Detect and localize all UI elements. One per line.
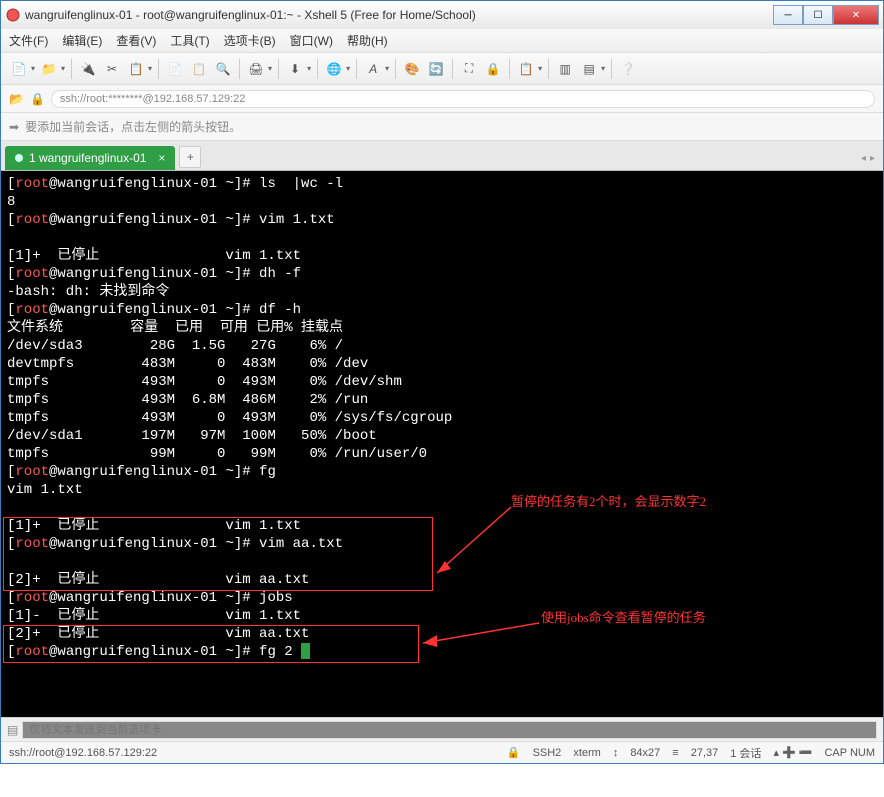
titlebar: wangruifenglinux-01 - root@wangruifengli… [1, 1, 883, 29]
status-address: ssh://root@192.168.57.129:22 [9, 747, 157, 759]
compose-input[interactable] [22, 721, 877, 739]
compose-bar: ▤ [1, 717, 883, 741]
status-sessions: 1 会话 [730, 745, 761, 761]
minimize-button[interactable]: ─ [773, 5, 803, 25]
annotation-box-2 [3, 625, 419, 663]
find-icon[interactable]: 🔍 [213, 59, 233, 79]
tab-close-icon[interactable]: × [158, 151, 165, 165]
color-icon[interactable]: 🎨 [402, 59, 422, 79]
status-pos-icon: ≡ [672, 747, 678, 759]
session-icon[interactable]: 📂 [9, 92, 24, 106]
status-ssh-icon: 🔒 [507, 746, 521, 759]
clipboard-icon[interactable]: 📋 [516, 59, 536, 79]
toolbar: 📄▾ 📁▾ 🔌 ✂ 📋▾ 📄 📋 🔍 🖨▾ ⬇▾ 🌐▾ A▾ 🎨 🔄 ⛶ 🔒 📋… [1, 53, 883, 85]
tile-v-icon[interactable]: ▤ [579, 59, 599, 79]
lock-icon[interactable]: 🔒 [483, 59, 503, 79]
compose-icon[interactable]: ▤ [7, 723, 18, 737]
tab-session-1[interactable]: 1 wangruifenglinux-01 × [5, 146, 175, 170]
close-button[interactable]: ✕ [833, 5, 879, 25]
status-ssh: SSH2 [533, 747, 562, 759]
maximize-button[interactable]: ☐ [803, 5, 833, 25]
tab-next-icon[interactable]: ▸ [870, 153, 875, 164]
paste-icon[interactable]: 📋 [189, 59, 209, 79]
tab-prev-icon[interactable]: ◂ [861, 153, 866, 164]
new-icon[interactable]: 📄 [9, 59, 29, 79]
annotation-text-2: 使用jobs命令查看暂停的任务 [541, 609, 706, 627]
annotation-arrow-1 [1, 171, 883, 717]
terminal[interactable]: [root@wangruifenglinux-01 ~]# ls |wc -l … [1, 171, 883, 717]
help-icon[interactable]: ❔ [618, 59, 638, 79]
tab-add-button[interactable]: + [179, 146, 201, 168]
open-icon[interactable]: 📁 [39, 59, 59, 79]
annotation-text-1: 暂停的任务有2个时，会显示数字2 [511, 493, 706, 511]
status-pos: 27,37 [691, 747, 719, 759]
tab-label: 1 wangruifenglinux-01 [29, 151, 146, 165]
hint-text: 要添加当前会话，点击左侧的箭头按钮。 [25, 118, 241, 135]
menubar: 文件(F) 编辑(E) 查看(V) 工具(T) 选项卡(B) 窗口(W) 帮助(… [1, 29, 883, 53]
menu-help[interactable]: 帮助(H) [347, 32, 388, 49]
statusbar: ssh://root@192.168.57.129:22 🔒 SSH2 xter… [1, 741, 883, 763]
copy-icon[interactable]: 📄 [165, 59, 185, 79]
status-size-icon: ↕ [613, 747, 619, 759]
reconnect-icon[interactable]: 🔌 [78, 59, 98, 79]
fullscreen-icon[interactable]: ⛶ [459, 59, 479, 79]
window-title: wangruifenglinux-01 - root@wangruifengli… [25, 8, 773, 22]
disconnect-icon[interactable]: ✂ [102, 59, 122, 79]
menu-window[interactable]: 窗口(W) [290, 32, 333, 49]
status-capnum: CAP NUM [824, 747, 875, 759]
refresh-icon[interactable]: 🔄 [426, 59, 446, 79]
addressbar: 📂 🔒 ssh://root:********@192.168.57.129:2… [1, 85, 883, 113]
arrow-hint-icon[interactable]: ➡ [9, 120, 19, 134]
menu-tools[interactable]: 工具(T) [170, 32, 209, 49]
status-chevron-icon[interactable]: ▴ ➕ ➖ [773, 746, 812, 759]
address-input[interactable]: ssh://root:********@192.168.57.129:22 [51, 90, 875, 108]
hintbar: ➡ 要添加当前会话，点击左侧的箭头按钮。 [1, 113, 883, 141]
menu-file[interactable]: 文件(F) [9, 32, 48, 49]
tab-status-icon [15, 154, 23, 162]
app-icon [5, 7, 21, 23]
menu-tab[interactable]: 选项卡(B) [224, 32, 276, 49]
properties-icon[interactable]: 📋 [126, 59, 146, 79]
status-term: xterm [573, 747, 601, 759]
tabbar: 1 wangruifenglinux-01 × + ◂ ▸ [1, 141, 883, 171]
lock-small-icon: 🔒 [30, 92, 45, 106]
menu-edit[interactable]: 编辑(E) [62, 32, 102, 49]
tile-h-icon[interactable]: ▥ [555, 59, 575, 79]
globe-icon[interactable]: 🌐 [324, 59, 344, 79]
menu-view[interactable]: 查看(V) [116, 32, 156, 49]
xftp-icon[interactable]: ⬇ [285, 59, 305, 79]
print-icon[interactable]: 🖨 [246, 59, 266, 79]
font-icon[interactable]: A [363, 59, 383, 79]
status-size: 84x27 [630, 747, 660, 759]
annotation-box-1 [3, 517, 433, 591]
